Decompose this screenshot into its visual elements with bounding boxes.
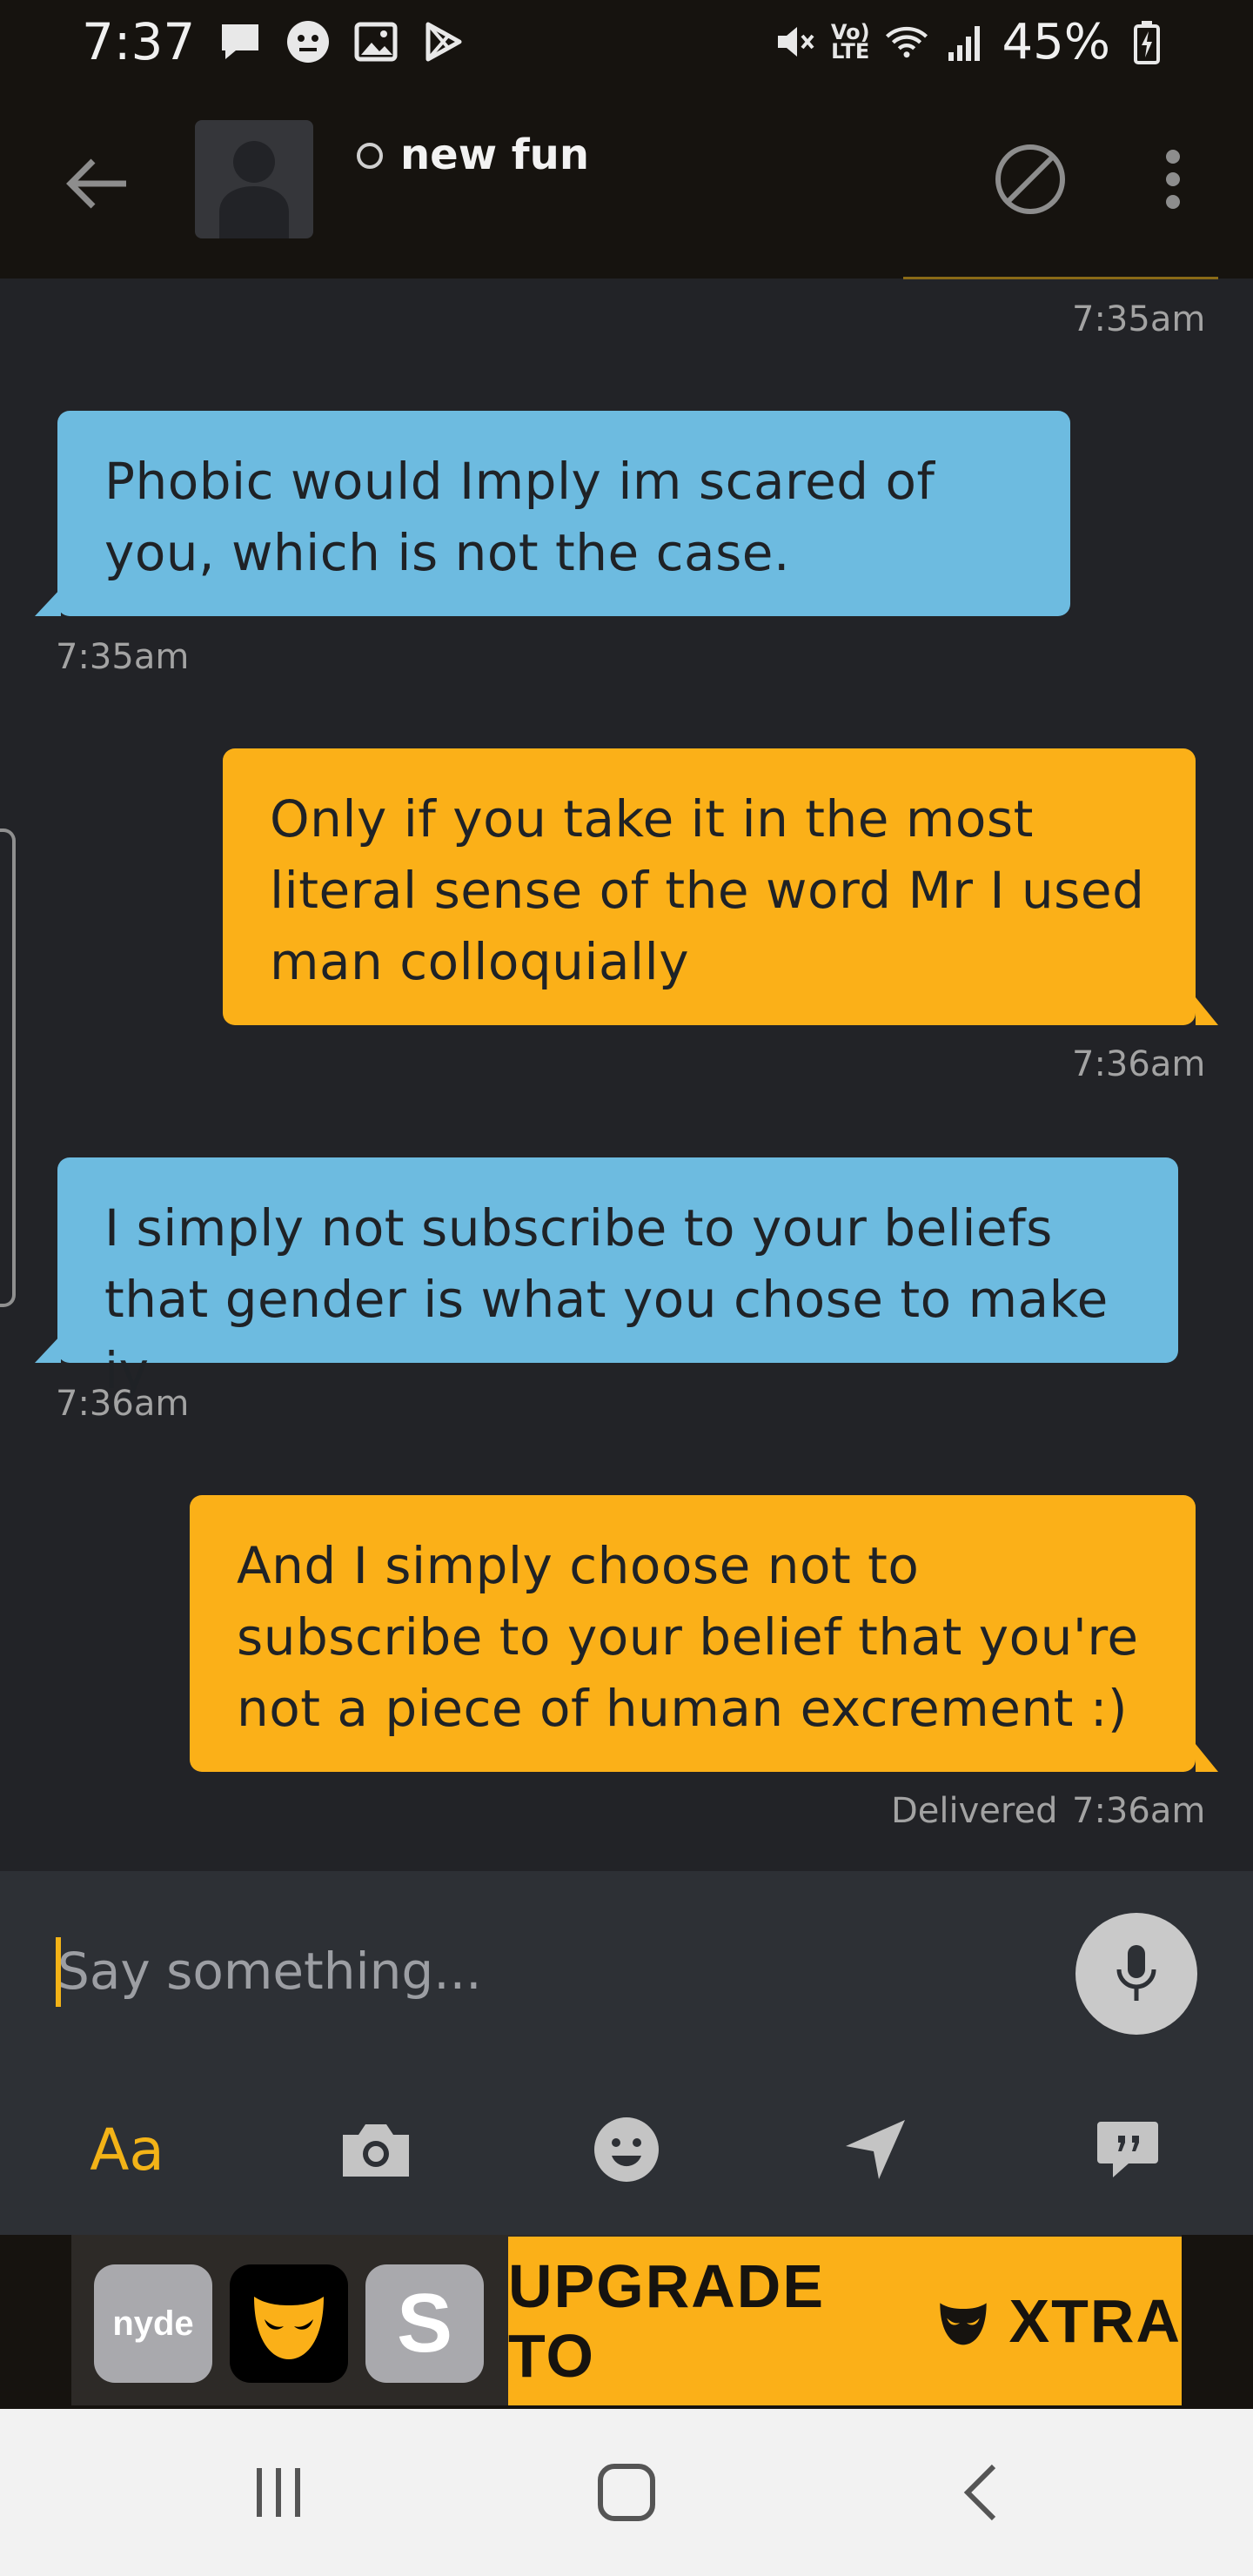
bubble-tail bbox=[1196, 997, 1218, 1025]
composer-toolbar: Aa bbox=[0, 2089, 1253, 2210]
status-left: 7:37 bbox=[82, 12, 466, 71]
home-button[interactable] bbox=[583, 2449, 670, 2536]
grindr-mask-icon bbox=[254, 2297, 324, 2359]
location-button[interactable] bbox=[814, 2089, 936, 2210]
upgrade-to-xtra-button[interactable]: UPGRADE TO XTRA bbox=[508, 2237, 1182, 2405]
message-timestamp: 7:36am bbox=[1072, 1044, 1206, 1084]
profile-name[interactable]: new fun bbox=[400, 131, 589, 179]
grindr-mask-icon bbox=[940, 2303, 988, 2345]
bubble-tail bbox=[1196, 1744, 1218, 1772]
more-options-button[interactable] bbox=[1147, 141, 1199, 218]
message-timestamp: 7:36am bbox=[56, 1384, 190, 1424]
message-input[interactable] bbox=[57, 1932, 1015, 2010]
recent-apps-button[interactable] bbox=[235, 2449, 322, 2536]
back-arrow-icon bbox=[66, 158, 126, 209]
play-store-notification-icon bbox=[421, 19, 466, 64]
delivery-status: Delivered bbox=[891, 1791, 1058, 1831]
avatar[interactable] bbox=[195, 120, 313, 238]
upgrade-text: UPGRADE TO bbox=[508, 2252, 826, 2390]
message-text: I simply not subscribe to your beliefs t… bbox=[104, 1198, 1109, 1400]
location-icon bbox=[846, 2120, 905, 2179]
message-text: Phobic would Imply im scared of you, whi… bbox=[104, 452, 935, 582]
outgoing-message-bubble[interactable]: Only if you take it in the most literal … bbox=[223, 748, 1196, 1025]
s-app-label: S bbox=[396, 2277, 453, 2370]
bubble-tail bbox=[35, 1335, 61, 1363]
back-button[interactable] bbox=[57, 144, 136, 223]
face-notification-icon bbox=[285, 19, 331, 64]
text-format-label: Aa bbox=[90, 2116, 164, 2184]
status-time: 7:37 bbox=[82, 12, 196, 71]
block-icon bbox=[995, 144, 1065, 214]
grindr-app-icon[interactable] bbox=[230, 2264, 348, 2383]
home-icon bbox=[598, 2464, 655, 2521]
mute-icon bbox=[772, 19, 817, 64]
battery-charging-icon bbox=[1124, 19, 1169, 64]
s-app-icon[interactable]: S bbox=[365, 2264, 484, 2383]
gallery-notification-icon bbox=[353, 19, 399, 64]
system-navigation-bar bbox=[0, 2409, 1253, 2576]
message-text: And I simply choose not to subscribe to … bbox=[237, 1536, 1139, 1738]
emoji-button[interactable] bbox=[566, 2089, 687, 2210]
camera-icon bbox=[343, 2124, 409, 2177]
more-vertical-icon bbox=[1166, 150, 1180, 209]
outgoing-message-bubble[interactable]: And I simply choose not to subscribe to … bbox=[190, 1495, 1196, 1772]
status-right: Vo) LTE 45% bbox=[772, 14, 1169, 70]
voice-message-button[interactable] bbox=[1075, 1913, 1197, 2035]
online-status-dot bbox=[357, 143, 383, 169]
nyde-app-icon[interactable]: nyde bbox=[94, 2264, 212, 2383]
message-notification-icon bbox=[218, 19, 263, 64]
saved-phrases-button[interactable] bbox=[1067, 2089, 1189, 2210]
signal-icon bbox=[943, 19, 988, 64]
bubble-tail bbox=[35, 588, 61, 616]
message-text: Only if you take it in the most literal … bbox=[270, 789, 1145, 991]
saved-phrases-icon bbox=[1097, 2122, 1158, 2177]
scroll-handle[interactable] bbox=[0, 828, 16, 1307]
microphone-icon bbox=[1116, 1945, 1156, 2001]
battery-percentage: 45% bbox=[1002, 13, 1110, 70]
message-composer: Aa bbox=[0, 1871, 1253, 2235]
recent-apps-icon bbox=[257, 2468, 300, 2517]
network-label: LTE bbox=[831, 39, 870, 64]
text-format-button[interactable]: Aa bbox=[66, 2089, 188, 2210]
incoming-message-bubble[interactable]: I simply not subscribe to your beliefs t… bbox=[57, 1157, 1178, 1400]
status-bar: 7:37 Vo) LTE 45% bbox=[0, 0, 1253, 84]
nyde-label: nyde bbox=[112, 2304, 194, 2343]
incoming-message-bubble[interactable]: Phobic would Imply im scared of you, whi… bbox=[57, 411, 1070, 616]
xtra-text: XTRA bbox=[1008, 2287, 1182, 2355]
volte-indicator: Vo) LTE bbox=[831, 22, 870, 64]
ad-area: nyde S UPGRADE TO XTRA bbox=[0, 2235, 1253, 2409]
back-chevron-icon bbox=[963, 2464, 996, 2521]
block-button[interactable] bbox=[992, 141, 1069, 218]
message-timestamp: 7:36am bbox=[1072, 1791, 1206, 1831]
message-timestamp: 7:35am bbox=[1072, 299, 1206, 339]
default-avatar-icon bbox=[219, 141, 289, 238]
emoji-icon bbox=[594, 2117, 659, 2182]
back-nav-button[interactable] bbox=[936, 2449, 1023, 2536]
chat-messages[interactable]: 7:35am Phobic would Imply im scared of y… bbox=[0, 278, 1253, 1871]
wifi-icon bbox=[884, 19, 929, 64]
message-timestamp: 7:35am bbox=[56, 637, 190, 677]
camera-button[interactable] bbox=[315, 2089, 437, 2210]
chat-header: new fun bbox=[0, 84, 1253, 279]
upgrade-ad-banner[interactable]: nyde S UPGRADE TO XTRA bbox=[71, 2235, 1182, 2405]
